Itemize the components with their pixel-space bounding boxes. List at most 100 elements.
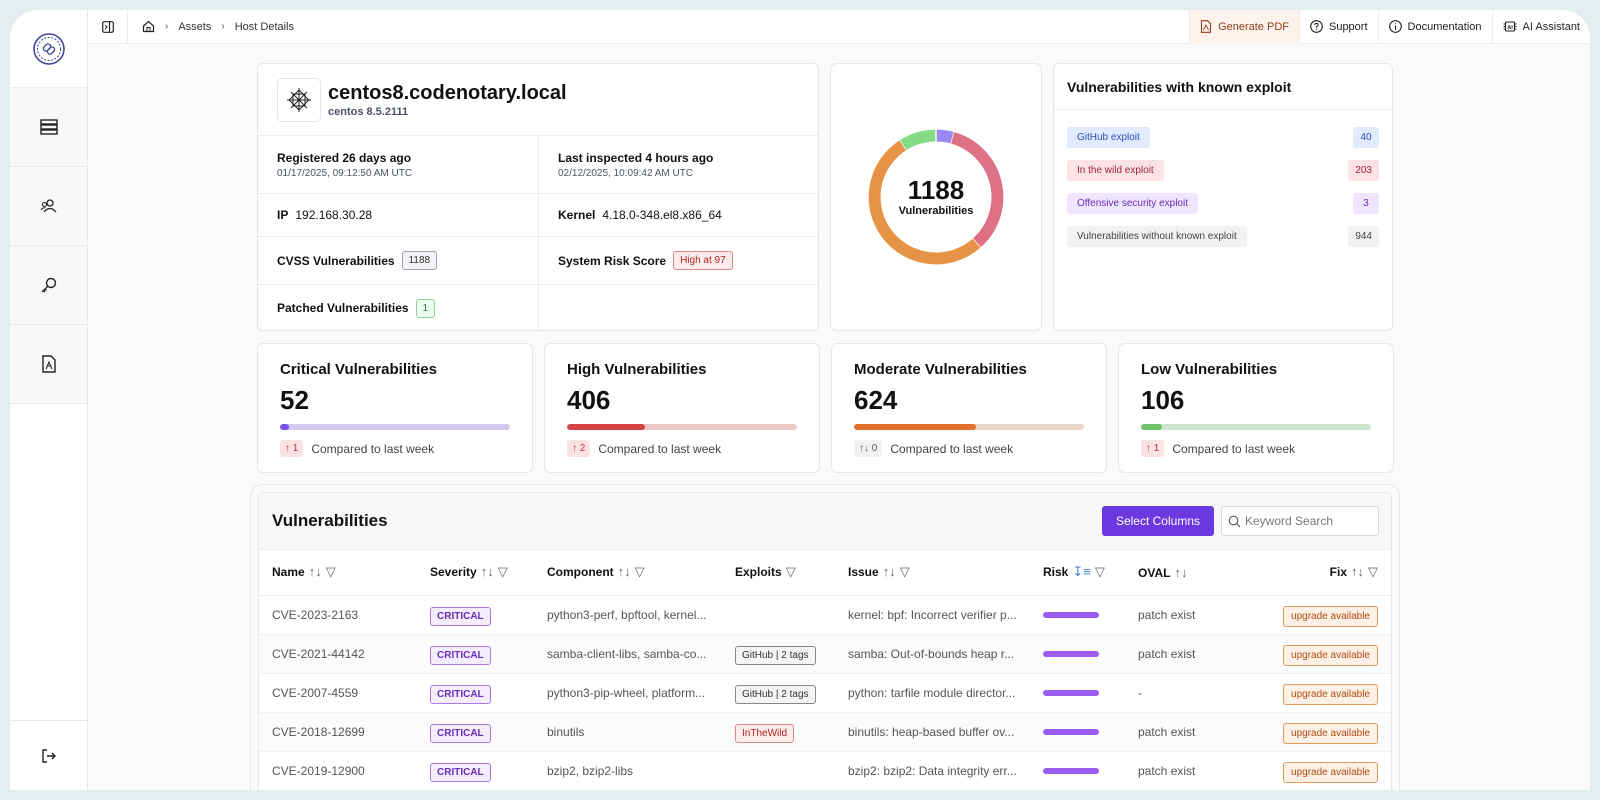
sidebar-item-reports[interactable] [10,325,87,404]
fix-badge[interactable]: upgrade available [1283,644,1378,666]
exploit-row[interactable]: Vulnerabilities without known exploit 944 [1067,220,1379,253]
generate-pdf-button[interactable]: Generate PDF [1189,10,1299,44]
fix-badge[interactable]: upgrade available [1283,605,1378,627]
cve-name[interactable]: CVE-2018-12699 [259,712,417,752]
risk-cell [1030,634,1125,674]
delta-value: 1 [1153,443,1160,454]
sort-desc-icon[interactable]: ↧≡ [1072,564,1090,579]
donut-segment-critical[interactable] [935,129,955,144]
breadcrumb-assets[interactable]: Assets [178,21,211,33]
empty-cell [538,285,818,331]
metric-progress-track [567,424,797,430]
severity-cell: CRITICAL [417,595,534,635]
metric-progress-track [854,424,1084,430]
metric-footer: ↑ 1 Compared to last week [280,440,510,457]
kernel-cell: Kernel 4.18.0-348.el8.x86_64 [538,194,818,237]
sort-icon[interactable]: ↑↓ [1174,565,1187,580]
exploit-tag[interactable]: GitHub exploit [1067,127,1150,148]
metric-progress-fill [854,424,976,430]
metric-value: 406 [567,385,611,415]
fix-badge[interactable]: upgrade available [1283,761,1378,783]
sidebar-item-users[interactable] [10,167,87,246]
exploit-row[interactable]: In the wild exploit 203 [1067,154,1379,187]
filter-icon[interactable]: ▽ [900,564,910,579]
kernel-label: Kernel [558,208,596,222]
sidebar-item-assets[interactable] [10,88,87,167]
table-row[interactable]: CVE-2019-12900 CRITICAL bzip2, bzip2-libs b… [259,751,1391,790]
chevron-right-icon: › [221,21,225,32]
column-header-oval[interactable]: OVAL ↑↓ [1125,550,1235,596]
filter-icon[interactable]: ▽ [326,564,336,579]
column-header-severity[interactable]: Severity ↑↓ ▽ [417,550,534,596]
metric-footer: ↑↓ 0 Compared to last week [854,440,1084,457]
exploit-chip[interactable]: InTheWild [735,723,795,743]
donut-segment-low[interactable] [900,129,937,151]
fix-badge[interactable]: upgrade available [1283,683,1378,705]
table-row[interactable]: CVE-2021-44142 CRITICAL samba-client-libs,… [259,634,1391,674]
sort-icon[interactable]: ↑↓ [618,564,631,579]
filter-icon[interactable]: ▽ [786,564,796,579]
exploit-row[interactable]: Offensive security exploit 3 [1067,187,1379,220]
risk-cell [1030,751,1125,790]
column-label: Issue [848,565,879,580]
cve-name[interactable]: CVE-2021-44142 [259,634,417,674]
vulnerabilities-table-card: Vulnerabilities Select Columns Name↑↓▽Se… [258,492,1392,790]
filter-icon[interactable]: ▽ [1368,564,1378,579]
exploit-tag[interactable]: In the wild exploit [1067,160,1164,181]
severity-cell: CRITICAL [417,634,534,674]
generate-pdf-label: Generate PDF [1218,20,1289,33]
fix-badge[interactable]: upgrade available [1283,722,1378,744]
keyword-search-input[interactable] [1245,514,1370,528]
exploit-row[interactable]: GitHub exploit 40 [1067,121,1379,154]
panel-toggle-button[interactable] [88,10,128,44]
column-header-fix[interactable]: Fix ↑↓ ▽ [1235,550,1391,596]
sidebar-toggle-icon [101,20,114,33]
donut-segment-moderate[interactable] [868,139,981,265]
exploit-chip[interactable]: GitHub | 2 tags [735,684,816,704]
os-logo [277,77,321,122]
exploit-tag[interactable]: Offensive security exploit [1067,193,1198,214]
sidebar-item-keys[interactable] [10,246,87,325]
app-logo[interactable] [10,10,87,88]
exploit-count: 3 [1353,193,1379,214]
donut-segment-high[interactable] [950,132,1004,248]
table-row[interactable]: CVE-2007-4559 CRITICAL python3-pip-wheel, … [259,673,1391,713]
severity-badge: CRITICAL [430,606,491,626]
filter-icon[interactable]: ▽ [635,564,645,579]
sort-icon[interactable]: ↑↓ [309,564,322,579]
support-button[interactable]: Support [1298,10,1378,44]
select-columns-button[interactable]: Select Columns [1101,506,1214,536]
column-header-risk[interactable]: Risk ↧≡ ▽ [1030,550,1125,596]
filter-icon[interactable]: ▽ [1095,564,1105,579]
column-header-name[interactable]: Name ↑↓ ▽ [259,550,417,596]
metric-footer: ↑ 1 Compared to last week [1141,440,1371,457]
ip-value: 192.168.30.28 [295,208,373,222]
exploit-tag[interactable]: Vulnerabilities without known exploit [1067,226,1247,247]
chevron-right-icon: › [165,21,169,32]
column-header-issue[interactable]: Issue ↑↓ ▽ [835,550,1030,596]
metric-title: High Vulnerabilities [567,361,707,378]
cve-name[interactable]: CVE-2007-4559 [259,673,417,713]
sort-icon[interactable]: ↑↓ [883,564,896,579]
metric-value: 624 [854,385,898,415]
known-exploits-title: Vulnerabilities with known exploit [1054,64,1392,110]
severity-cell: CRITICAL [417,673,534,713]
ai-assistant-button[interactable]: AI AI Assistant [1491,10,1590,44]
vulnerabilities-section: Vulnerabilities Select Columns Name↑↓▽Se… [250,484,1400,790]
table-row[interactable]: CVE-2018-12699 CRITICAL binutils InTheWild b… [259,712,1391,752]
exploit-chip[interactable]: GitHub | 2 tags [735,645,816,665]
column-header-exploits[interactable]: Exploits ▽ [722,550,835,596]
column-header-component[interactable]: Component ↑↓ ▽ [534,550,722,596]
sort-icon[interactable]: ↑↓ [481,564,494,579]
logout-button[interactable] [10,720,88,790]
metric-value: 52 [280,385,309,415]
sort-icon[interactable]: ↑↓ [1351,564,1364,579]
home-icon[interactable] [142,20,155,33]
component: python3-perf, bpftool, kernel... [534,595,722,635]
filter-icon[interactable]: ▽ [498,564,508,579]
table-row[interactable]: CVE-2023-2163 CRITICAL python3-perf, bpfto… [259,595,1391,635]
cve-name[interactable]: CVE-2023-2163 [259,595,417,635]
cve-name[interactable]: CVE-2019-12900 [259,751,417,790]
known-exploits-card: Vulnerabilities with known exploit GitHu… [1053,63,1393,331]
documentation-button[interactable]: Documentation [1377,10,1492,44]
